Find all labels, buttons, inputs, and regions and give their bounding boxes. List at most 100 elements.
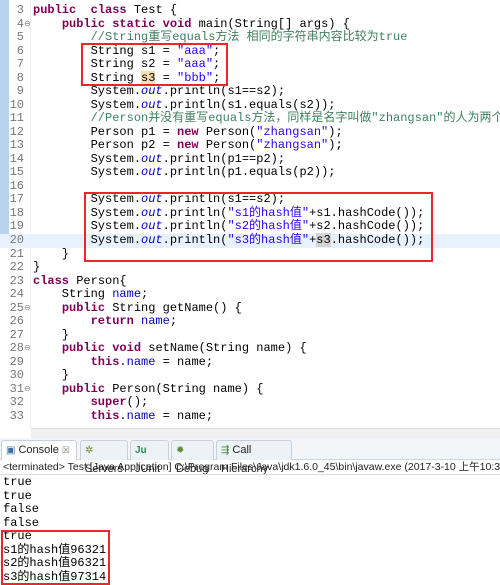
code-text: Person p1 = new Person("zhangsan"); [33, 124, 343, 140]
code-token: out [141, 165, 163, 180]
code-token: out [141, 151, 163, 166]
line-number: 32 [9, 395, 24, 410]
horizontal-scrollbar[interactable] [31, 428, 500, 438]
code-line[interactable]: 5 //String重写equals方法 相同的字符串内容比较为true [0, 30, 500, 45]
code-line[interactable]: 3 public class Test { [0, 3, 500, 18]
code-line[interactable]: 29 this.name = name; [0, 354, 500, 370]
code-line[interactable]: 13 Person p2 = new Person("zhangsan"); [0, 139, 500, 153]
highlight-box-output [1, 530, 110, 585]
line-number: 20 [9, 233, 24, 247]
code-line[interactable]: 6 String s1 = "aaa"; [0, 43, 500, 59]
code-line[interactable]: 33 this.name = name; [0, 408, 500, 424]
code-token: new [177, 138, 199, 153]
fold-icon[interactable]: ⊖ [24, 18, 31, 32]
code-token: Person p2 = [33, 138, 178, 153]
code-line[interactable]: 7 String s2 = "aaa"; [0, 57, 500, 72]
line-number: 14 [9, 151, 24, 166]
tab-console[interactable]: ▣ Console ☒ [1, 440, 77, 460]
code-token: public [61, 300, 106, 315]
code-text: class Person{ [33, 273, 127, 289]
code-text: System.out.println(p1.equals(p2)); [33, 165, 336, 180]
line-number: 7 [16, 57, 24, 72]
code-text: public String getName() { [33, 300, 242, 316]
code-token: Person( [198, 124, 257, 139]
highlight-box-declarations [81, 43, 228, 86]
code-line[interactable]: 15 System.out.println(p1.equals(p2)); [0, 166, 500, 180]
code-line[interactable]: 11 //Person并没有重写equals方法，同样是名字叫做"zhangsa… [0, 111, 500, 126]
code-line[interactable]: 30 } [0, 369, 500, 383]
code-line[interactable]: 25 ⊖ public String getName() { [0, 300, 500, 316]
code-editor[interactable]: 3 public class Test {4 ⊖ public static voi… [0, 0, 500, 428]
code-token: setName(String name) { [141, 341, 307, 356]
code-line[interactable]: 9 System.out.println(s1==s2); [0, 84, 500, 99]
code-line[interactable]: 28 ⊖ public void setName(String name) { [0, 342, 500, 356]
code-line[interactable]: 24 String name; [0, 287, 500, 302]
line-number: 23 [9, 273, 24, 288]
line-number: 30 [9, 368, 24, 383]
code-token: .println(p1==p2); [162, 151, 286, 166]
tab-servers[interactable]: ✲Servers [80, 440, 128, 475]
console-status: <terminated> Test [Java Application] C:\… [0, 460, 500, 475]
fold-icon[interactable]: ⊖ [24, 383, 31, 397]
code-token: class [33, 273, 70, 288]
line-number: 16 [9, 178, 24, 193]
code-token: name [112, 287, 142, 302]
code-token: "zhangsan" [256, 138, 329, 153]
tab-junit[interactable]: JuJUnit [130, 440, 169, 475]
code-text: public class Test { [33, 3, 178, 18]
code-token: //String重写equals方法 相同的字符串内容比较为true [90, 30, 408, 45]
line-number: 33 [9, 408, 24, 423]
line-number: 31 [9, 381, 24, 396]
code-token: Person( [198, 138, 257, 153]
code-line[interactable]: 14 System.out.println(p1==p2); [0, 151, 500, 167]
close-icon[interactable]: ☒ [62, 445, 70, 455]
line-number: 22 [9, 260, 24, 275]
junit-icon: Ju [135, 445, 147, 456]
code-line[interactable]: 22} [0, 260, 500, 275]
code-token: System. [33, 151, 142, 166]
code-line[interactable]: 32 super(); [0, 396, 500, 410]
code-text: } [33, 369, 69, 383]
console-output-line: true [3, 475, 32, 489]
code-text: public void setName(String name) { [33, 342, 307, 356]
line-number: 4 [16, 16, 24, 31]
code-line[interactable]: 26 return name; [0, 314, 500, 329]
code-line[interactable]: 4 ⊖ public static void main(String[] args… [0, 16, 500, 32]
code-token: class [90, 3, 127, 17]
code-token: void [112, 341, 142, 356]
code-token: this [90, 354, 120, 369]
code-line[interactable]: 8 String s3 = "bbb"; [0, 70, 500, 86]
code-line[interactable]: 12 Person p1 = new Person("zhangsan"); [0, 124, 500, 140]
code-line[interactable]: 27 } [0, 328, 500, 343]
code-text: //Person并没有重写equals方法，同样是名字叫做"zhangsan"的… [33, 111, 500, 126]
console-output-line: false [3, 502, 40, 517]
tab-call-hierarchy[interactable]: ⇶ Call Hierarchy [216, 440, 292, 475]
fold-icon[interactable]: ⊖ [24, 302, 31, 316]
code-token: Person{ [69, 273, 127, 288]
code-token: Test { [126, 3, 178, 17]
code-token: ; [169, 314, 178, 329]
line-number: 29 [9, 354, 24, 369]
panel-tabs: ▣ Console ☒ ✲Servers JuJUnit ✹Debug ⇶ Call… [0, 438, 500, 475]
line-number: 8 [16, 70, 24, 85]
code-line[interactable]: 23 class Person{ [0, 273, 500, 289]
tab-debug[interactable]: ✹Debug [171, 440, 214, 475]
code-line[interactable]: 31 ⊖ public Person(String name) { [0, 381, 500, 397]
fold-icon[interactable]: ⊖ [24, 342, 31, 356]
code-token: out [141, 84, 163, 99]
code-token: "zhangsan" [256, 124, 329, 139]
highlight-box-hashcode [84, 192, 433, 262]
code-text: String name; [33, 287, 148, 302]
code-text: } [33, 328, 69, 343]
code-token: String [33, 287, 113, 302]
code-text: System.out.println(s1==s2); [33, 84, 285, 99]
console-output[interactable]: true true false false true s1的hash值96321 s2的ha… [0, 475, 500, 585]
code-token: return [90, 314, 134, 329]
code-text: this.name = name; [33, 354, 213, 370]
debug-icon: ✹ [176, 445, 185, 456]
line-number: 6 [16, 43, 24, 58]
